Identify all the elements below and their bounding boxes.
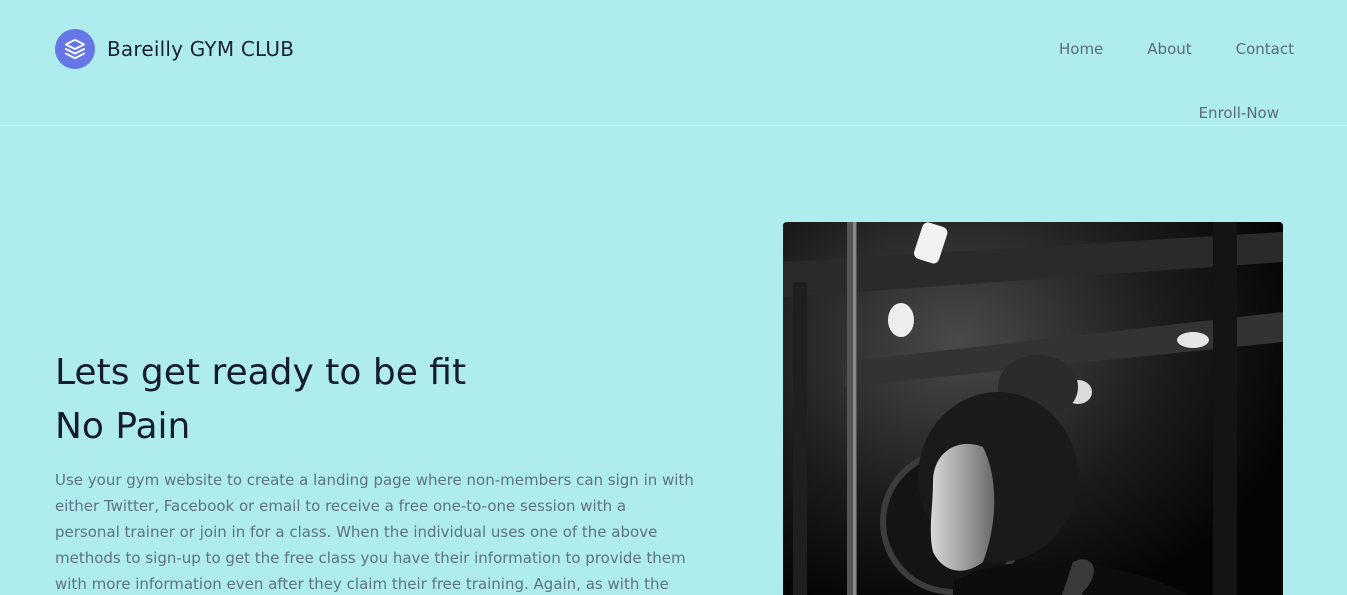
main-nav: Home About Contact [1015, 38, 1294, 60]
page: Bareilly GYM CLUB Home About Contact Enr… [0, 0, 1347, 595]
hero-title: Lets get ready to be fit No Pain [55, 346, 466, 454]
enroll-now-link[interactable]: Enroll-Now [1199, 102, 1279, 124]
hero-title-line-1: Lets get ready to be fit [55, 352, 467, 393]
nav-home[interactable]: Home [1059, 38, 1103, 60]
site-header: Bareilly GYM CLUB Home About Contact Enr… [0, 0, 1347, 126]
woman-at-gym-photo [783, 222, 1283, 595]
brand-link[interactable]: Bareilly GYM CLUB [55, 29, 294, 69]
brand-name: Bareilly GYM CLUB [107, 37, 295, 61]
hero-title-line-2: No Pain [55, 406, 191, 447]
hero-description: Use your gym website to create a landing… [55, 471, 694, 593]
nav-about[interactable]: About [1147, 38, 1191, 60]
nav-contact[interactable]: Contact [1236, 38, 1294, 60]
stacked-layers-icon [55, 29, 95, 69]
